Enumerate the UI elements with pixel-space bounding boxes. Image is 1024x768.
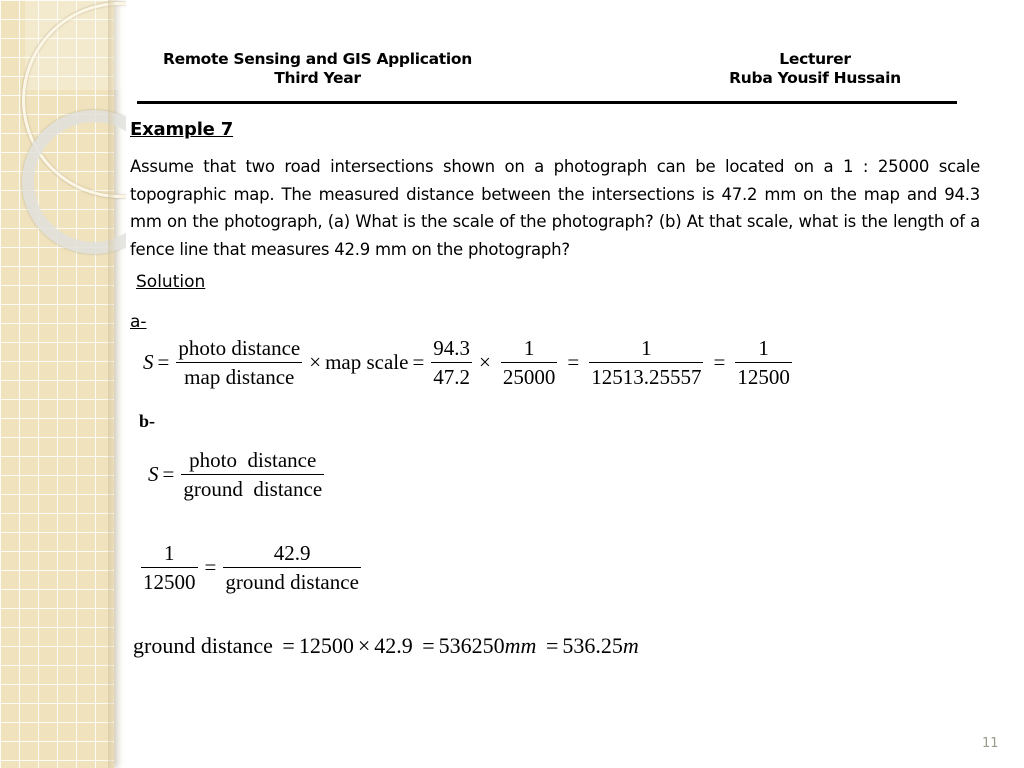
equals-sign: = bbox=[412, 350, 425, 374]
fraction-fence-over-ground: 42.9 ground distance bbox=[223, 541, 361, 594]
fraction-photo-over-map: photo distance map distance bbox=[176, 336, 303, 389]
numerator: 1 bbox=[523, 336, 535, 360]
part-b-label: b- bbox=[139, 411, 156, 431]
equals-sign: = bbox=[282, 633, 295, 658]
numerator: 1 bbox=[758, 336, 769, 360]
numerator: 42.9 bbox=[273, 541, 311, 565]
final-result-equation: ground distance = 12500 × 42.9 = 536250mm = 5… bbox=[133, 633, 639, 659]
denominator: 47.2 bbox=[431, 362, 473, 389]
numerator: 94.3 bbox=[433, 336, 471, 360]
times-sign: × bbox=[479, 350, 491, 374]
course-year: Third Year bbox=[274, 69, 361, 87]
result-m-value: 536.25 bbox=[562, 633, 623, 658]
course-header: Remote Sensing and GIS Application Third… bbox=[140, 50, 495, 88]
part-b-scale-formula: S = photo distance ground distance bbox=[148, 448, 327, 501]
result-mm-value: 536250 bbox=[438, 633, 505, 658]
fraction-exact-scale: 1 12513.25557 bbox=[589, 336, 704, 389]
equals-sign: = bbox=[157, 350, 170, 374]
fraction-photo-scale: 1 12500 bbox=[141, 541, 198, 594]
sidebar-shadow bbox=[108, 0, 116, 768]
denominator: 12500 bbox=[141, 567, 198, 594]
lecturer-name: Ruba Yousif Hussain bbox=[729, 69, 901, 87]
course-title: Remote Sensing and GIS Application bbox=[162, 50, 473, 68]
denominator: ground distance bbox=[181, 474, 325, 501]
part-a-label: a- bbox=[130, 312, 147, 332]
numerator: photo distance bbox=[178, 336, 301, 360]
fraction-rounded-scale: 1 12500 bbox=[735, 336, 792, 389]
fraction-photo-over-ground: photo distance ground distance bbox=[181, 448, 325, 501]
problem-statement: Assume that two road intersections shown… bbox=[130, 157, 980, 259]
denominator: ground distance bbox=[223, 567, 361, 594]
denominator: map distance bbox=[176, 362, 303, 389]
equals-sign: = bbox=[545, 633, 559, 658]
solution-heading: Solution bbox=[136, 272, 206, 292]
numerator: 1 bbox=[641, 336, 652, 360]
lecturer-header: Lecturer Ruba Yousif Hussain bbox=[700, 50, 930, 88]
scale-symbol: S bbox=[148, 462, 159, 486]
denominator: 12500 bbox=[735, 362, 792, 389]
part-a-equation: S = photo distance map distance × map sc… bbox=[143, 336, 795, 389]
denominator: 12513.25557 bbox=[589, 362, 704, 389]
ground-distance-term: ground distance bbox=[133, 633, 273, 658]
times-sign: × bbox=[309, 350, 322, 374]
unit-m: m bbox=[622, 633, 639, 658]
lecturer-label: Lecturer bbox=[779, 50, 851, 68]
equals-sign: = bbox=[204, 555, 217, 579]
fraction-map-scale: 1 25000 bbox=[500, 336, 558, 389]
numerator: 1 bbox=[164, 541, 175, 565]
denominator: 25000 bbox=[500, 362, 558, 389]
numerator: photo distance bbox=[189, 448, 317, 472]
equals-sign: = bbox=[162, 462, 175, 486]
scale-symbol: S bbox=[143, 350, 154, 374]
times-sign: × bbox=[357, 633, 371, 658]
fraction-measured-values: 94.3 47.2 bbox=[431, 336, 473, 389]
map-scale-term: map scale bbox=[325, 350, 409, 374]
equals-sign: = bbox=[713, 350, 726, 374]
header-divider bbox=[137, 101, 957, 104]
unit-mm: mm bbox=[504, 633, 537, 658]
example-title: Example 7 bbox=[130, 119, 234, 140]
equals-sign: = bbox=[567, 350, 580, 374]
scale-denominator-value: 12500 bbox=[298, 633, 354, 658]
equals-sign: = bbox=[422, 633, 435, 658]
page-number: 11 bbox=[982, 736, 999, 751]
part-b-proportion: 1 12500 = 42.9 ground distance bbox=[138, 541, 364, 594]
photo-length-value: 42.9 bbox=[374, 633, 413, 658]
